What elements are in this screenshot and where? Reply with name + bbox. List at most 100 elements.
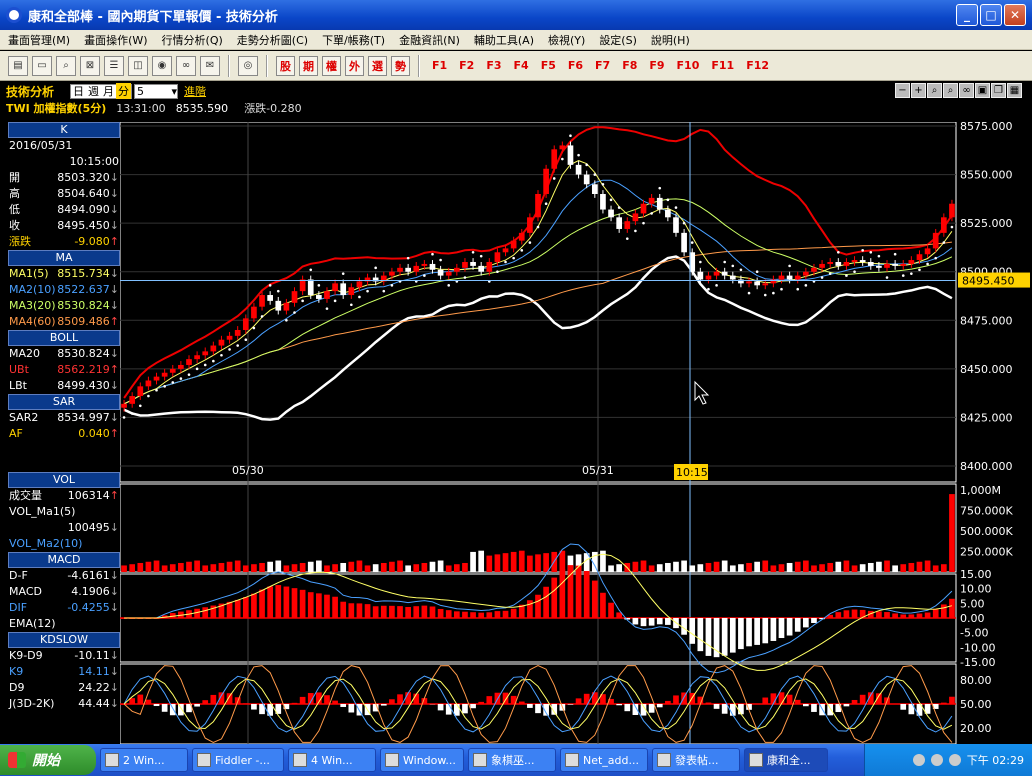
sar-dot <box>690 241 694 244</box>
fkey-button[interactable]: F6 <box>568 59 583 72</box>
split-window-icon[interactable]: ◫ <box>128 55 148 76</box>
network-icon[interactable] <box>912 754 925 766</box>
cross-window-icon[interactable]: ⊠ <box>80 55 100 76</box>
fkey-button[interactable]: F8 <box>622 59 637 72</box>
settings-icon[interactable]: ▦ <box>1007 83 1022 98</box>
menu-item[interactable]: 輔助工具(A) <box>474 32 534 48</box>
advanced-link[interactable]: 進階 <box>184 83 206 99</box>
vol-bar <box>397 560 403 572</box>
fkey-button[interactable]: F1 <box>432 59 447 72</box>
vol-bar <box>202 565 209 572</box>
kd-y-tick: 80.00 <box>960 674 992 687</box>
menu-item[interactable]: 走勢分析圖(C) <box>237 32 308 48</box>
chart-svg[interactable]: 8575.0008550.0008525.0008500.0008475.000… <box>119 120 1032 745</box>
period-minute[interactable]: 分 <box>116 83 132 99</box>
quick-select-button[interactable]: 選 <box>368 55 387 76</box>
vol-bar <box>738 564 744 572</box>
candle-body <box>713 271 720 276</box>
sar-dot <box>731 264 735 268</box>
magnify-icon[interactable]: ⌕ <box>927 83 942 98</box>
interval-select[interactable]: 5 ▾ <box>134 83 179 99</box>
menu-item[interactable]: 畫面操作(W) <box>84 32 147 48</box>
fkey-button[interactable]: F10 <box>677 59 700 72</box>
k-low: 低 8494.090↓ <box>9 203 119 216</box>
chart-area[interactable]: 8575.000 8550.000 8525.000 8500.000 8475.000… <box>119 120 1032 745</box>
macd-bar <box>356 603 363 618</box>
candle-body <box>803 271 809 276</box>
coin-icon[interactable]: ◉ <box>152 55 172 76</box>
fkey-button[interactable]: F4 <box>514 59 529 72</box>
vol-bar <box>332 564 338 572</box>
taskbar-item[interactable]: 2 Win... <box>100 748 188 772</box>
kd-bar <box>949 696 955 704</box>
close-button[interactable]: ✕ <box>1004 4 1026 26</box>
taskbar-item[interactable]: Fiddler -... <box>192 748 284 772</box>
quick-trend-button[interactable]: 勢 <box>391 55 410 76</box>
zoom-in-icon[interactable]: + <box>911 83 926 98</box>
sar-dot <box>155 388 158 392</box>
kd-bar <box>900 704 907 710</box>
magnify-out-icon[interactable]: ⌕ <box>943 83 958 98</box>
chain-icon[interactable]: ∞ <box>176 55 196 76</box>
candle-body <box>794 275 801 280</box>
monitor-icon[interactable]: ▭ <box>32 55 52 76</box>
taskbar-item[interactable]: Net_add... <box>560 748 648 772</box>
taskbar-item[interactable]: Window... <box>380 748 464 772</box>
zoom-out-icon[interactable]: − <box>895 83 910 98</box>
taskbar-item[interactable]: 發表帖... <box>652 748 740 772</box>
candle-body <box>876 265 882 268</box>
kd-bar <box>397 694 403 704</box>
vol-bar <box>892 565 898 572</box>
menu-item[interactable]: 金融資訊(N) <box>399 32 460 48</box>
fkey-button[interactable]: F12 <box>746 59 769 72</box>
maximize-button[interactable]: □ <box>980 4 1002 26</box>
vol-bar <box>681 560 687 572</box>
menu-item[interactable]: 說明(H) <box>651 32 690 48</box>
menu-item[interactable]: 下單/帳務(T) <box>322 32 385 48</box>
mail-icon[interactable]: ✉ <box>200 55 220 76</box>
vol-bar <box>129 564 136 572</box>
window-titlebar[interactable]: 康和全部棒 - 國內期貨下單報價 - 技術分析 _ □ ✕ <box>0 0 1032 30</box>
search-icon[interactable]: ⌕ <box>56 55 76 76</box>
taskbar-item-active[interactable]: 康和全... <box>744 748 828 772</box>
vol-bar <box>494 554 501 572</box>
quick-foreign-button[interactable]: 外 <box>345 55 364 76</box>
kd-bar <box>770 693 777 704</box>
quick-options-button[interactable]: 權 <box>322 55 341 76</box>
fkey-button[interactable]: F11 <box>711 59 734 72</box>
layout-icon[interactable]: ▤ <box>8 55 28 76</box>
candle-body <box>267 295 273 301</box>
menu-item[interactable]: 畫面管理(M) <box>8 32 70 48</box>
period-day[interactable]: 日 <box>71 83 86 99</box>
kd-d9: D9 24.22↓ <box>9 681 119 694</box>
period-selector: 日 週 月 分 <box>70 83 133 99</box>
quick-stock-button[interactable]: 股 <box>276 55 295 76</box>
macd-y-tick: 0.00 <box>960 612 985 625</box>
fkey-button[interactable]: F5 <box>541 59 556 72</box>
taskbar-item[interactable]: 象棋巫... <box>468 748 556 772</box>
macd-bar <box>746 618 752 647</box>
sar-dot <box>122 416 126 419</box>
chain-icon[interactable]: ∞ <box>959 83 974 98</box>
fkey-button[interactable]: F9 <box>649 59 664 72</box>
volume-icon[interactable] <box>930 754 943 766</box>
quick-futures-button[interactable]: 期 <box>299 55 318 76</box>
period-week[interactable]: 週 <box>86 83 101 99</box>
fkey-button[interactable]: F2 <box>459 59 474 72</box>
fkey-button[interactable]: F3 <box>486 59 501 72</box>
minimize-button[interactable]: _ <box>956 4 978 26</box>
start-button[interactable]: 開始 <box>0 745 96 775</box>
fkey-button[interactable]: F7 <box>595 59 610 72</box>
menu-item[interactable]: 檢視(Y) <box>548 32 585 48</box>
shield-icon[interactable] <box>948 754 961 766</box>
vol-bar <box>762 560 769 572</box>
toolbar: ▤ ▭ ⌕ ⊠ ☰ ◫ ◉ ∞ ✉ ◎ 股 期 權 外 選 勢 F1 F2 F3… <box>0 51 1032 81</box>
window-restore-icon[interactable]: ❐ <box>991 83 1006 98</box>
brand-icon[interactable]: ◎ <box>238 55 258 76</box>
menu-item[interactable]: 設定(S) <box>599 32 637 48</box>
save-icon[interactable]: ▣ <box>975 83 990 98</box>
taskbar-item[interactable]: 4 Win... <box>288 748 376 772</box>
period-month[interactable]: 月 <box>101 83 116 99</box>
menu-item[interactable]: 行情分析(Q) <box>162 32 223 48</box>
list-window-icon[interactable]: ☰ <box>104 55 124 76</box>
